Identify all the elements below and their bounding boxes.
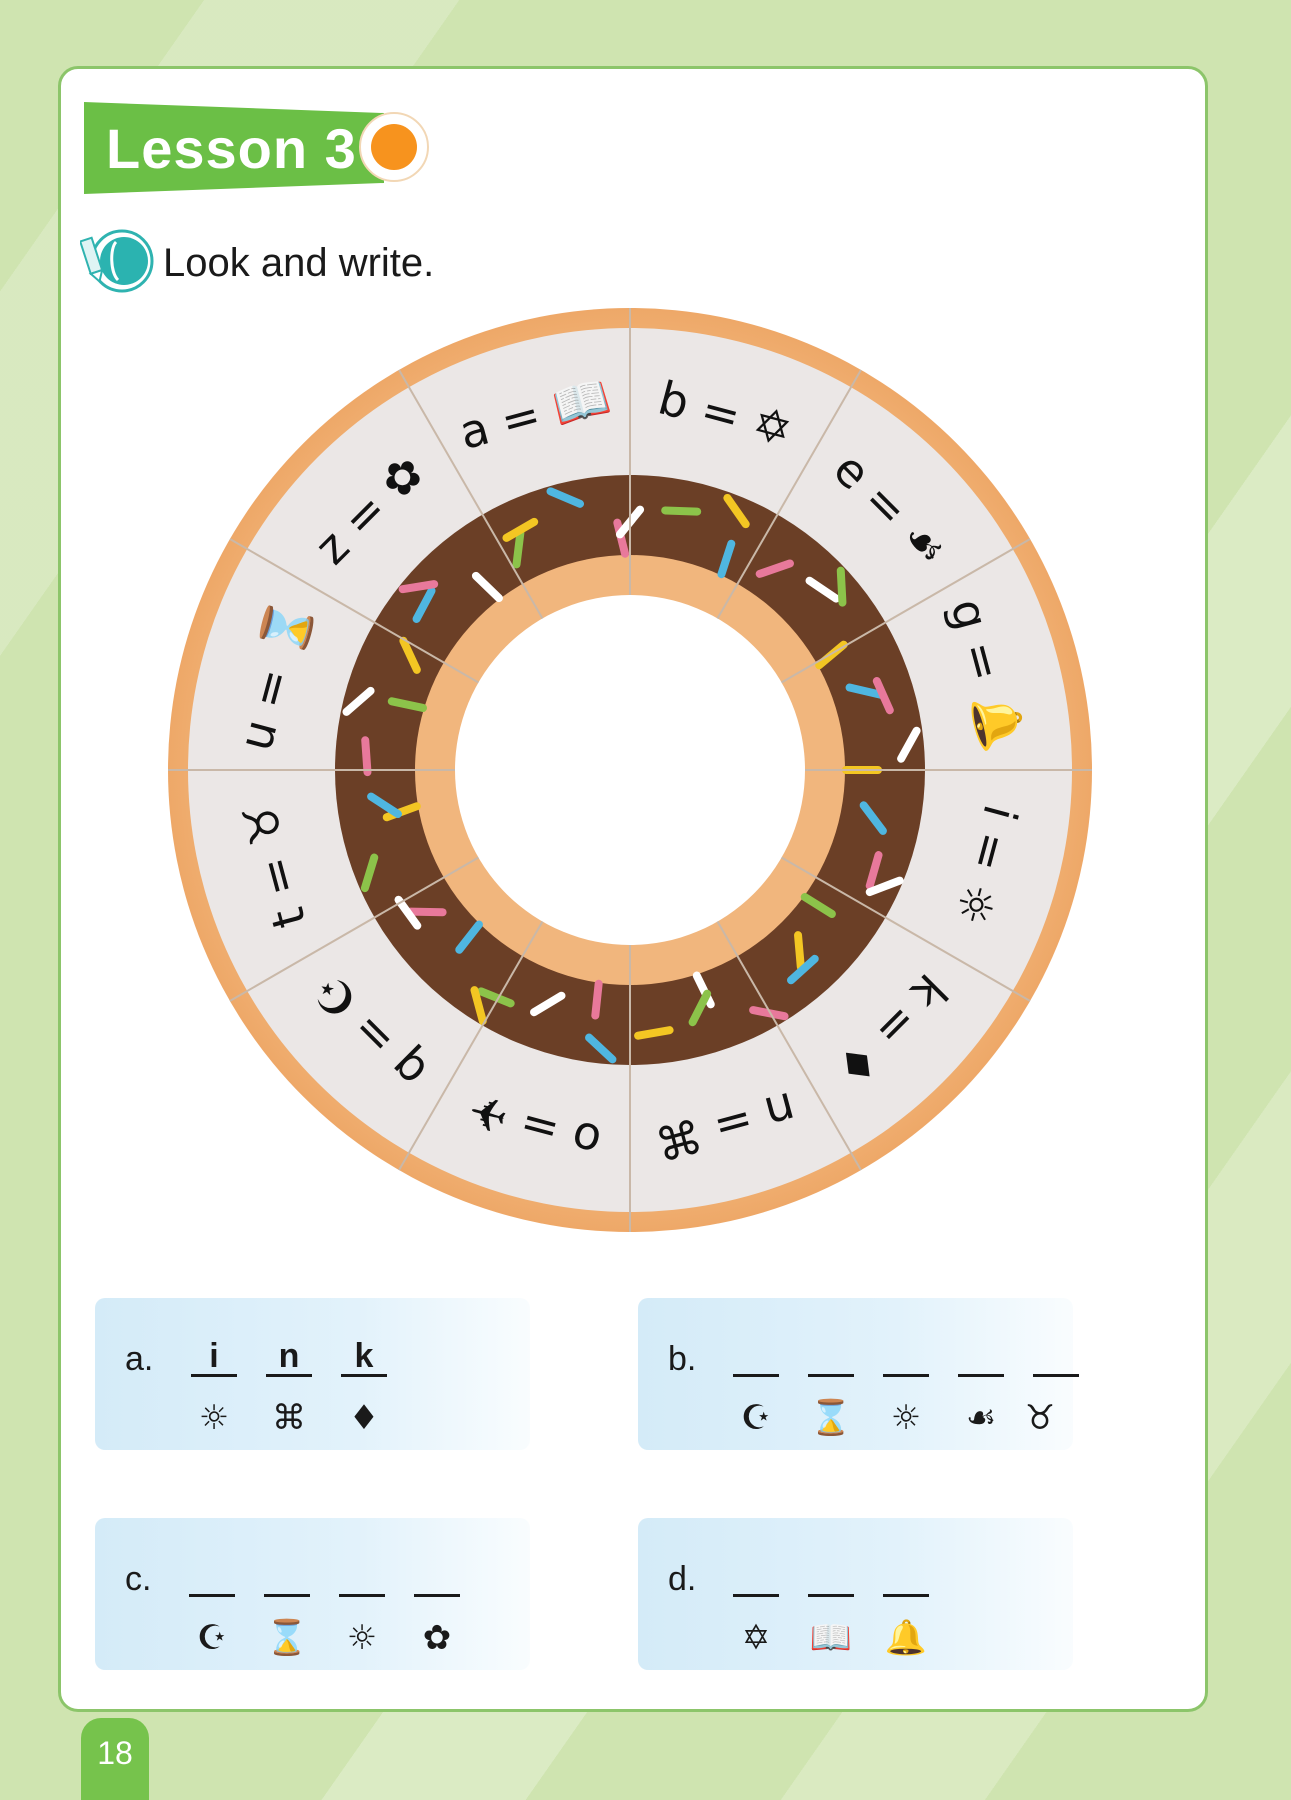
bell-icon: 🔔 [884,1618,928,1658]
pencil-icon [80,229,154,293]
answer-blank[interactable] [1033,1328,1079,1377]
hourglass-icon: ⌛ [809,1398,853,1438]
exercise-b: b. ☪ ⌛ ☼ ☙ ♉ [638,1298,1079,1450]
answer-blank[interactable] [883,1548,929,1597]
sun-icon: ☼ [346,1618,378,1658]
answer-blank[interactable] [339,1548,385,1597]
answer-blank[interactable] [264,1548,310,1597]
star-and-crescent-icon: ☪ [196,1618,228,1658]
code-donut: a = 📖 b = ✡e = ☙g = 🔔i = ☼k = ♦n = ⌘o = ✈… [168,308,1092,1232]
open-book-icon: 📖 [809,1618,853,1658]
star-of-david-icon: ✡ [741,1618,771,1658]
sprinkle [661,506,702,516]
hourglass-icon: ⌛ [265,1618,309,1658]
black-diamond-icon: ♦ [348,1398,380,1438]
answer-blank[interactable] [733,1548,779,1597]
answer-blank[interactable] [733,1328,779,1377]
exercise-label: a. [125,1340,154,1378]
exercise-d: d. ✡ 📖 🔔 [638,1518,1073,1670]
answer-blank[interactable]: k [341,1328,387,1377]
exercise-a: a. i n k ☼ ⌘ ♦ [95,1298,530,1450]
exercise-label: c. [125,1560,152,1598]
answer-blank[interactable] [414,1548,460,1597]
answer-blank[interactable] [189,1548,235,1597]
instruction-text: Look and write. [163,241,435,285]
flower-icon: ✿ [422,1618,452,1658]
floral-heart-icon: ☙ [965,1398,997,1438]
answer-blank[interactable] [958,1328,1004,1377]
sun-icon: ☼ [198,1398,230,1438]
taurus-icon: ♉ [1024,1398,1056,1438]
answer-blank[interactable] [883,1328,929,1377]
donut-hole [455,595,805,945]
exercise-c: c. ☪ ⌛ ☼ ✿ [95,1518,530,1670]
answer-blank[interactable] [808,1548,854,1597]
exercise-label: b. [668,1340,697,1378]
answer-blank[interactable]: i [191,1328,237,1377]
place-of-interest-icon: ⌘ [272,1398,306,1438]
orange-dot-icon [359,112,429,182]
page-number: 18 [97,1735,133,1771]
sun-icon: ☼ [890,1398,922,1438]
answer-blank[interactable]: n [266,1328,312,1377]
answer-blank[interactable] [808,1328,854,1377]
lesson-title: Lesson 3 [106,117,357,180]
exercise-label: d. [668,1560,697,1598]
star-and-crescent-icon: ☪ [740,1398,772,1438]
